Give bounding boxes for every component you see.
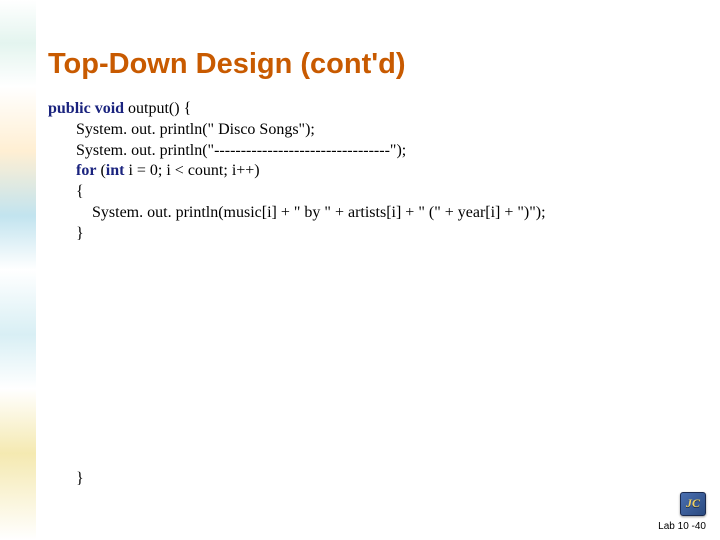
code-line: System. out. println("------------------… (48, 141, 700, 162)
slide-title: Top-Down Design (cont'd) (48, 48, 700, 81)
code-line: System. out. println(" Disco Songs"); (48, 120, 700, 141)
code-line: { (48, 182, 700, 203)
slide-content: Top-Down Design (cont'd) public void out… (48, 48, 700, 245)
keyword: int (106, 162, 125, 179)
code-line: } (48, 224, 700, 245)
code-line: System. out. println(music[i] + " by " +… (48, 203, 700, 224)
keyword: public void (48, 100, 124, 117)
page-footer: Lab 10 -40 (658, 521, 706, 532)
code-block: public void output() { System. out. prin… (48, 99, 700, 245)
code-line: for (int i = 0; i < count; i++) (48, 161, 700, 182)
logo-icon (680, 492, 706, 516)
code-line: public void output() { (48, 99, 700, 120)
decorative-sidebar (0, 0, 36, 540)
code-text: ( (96, 162, 105, 179)
code-text: output() { (124, 100, 191, 117)
keyword: for (76, 162, 96, 179)
code-text: i = 0; i < count; i++) (124, 162, 259, 179)
closing-brace: } (76, 470, 84, 488)
